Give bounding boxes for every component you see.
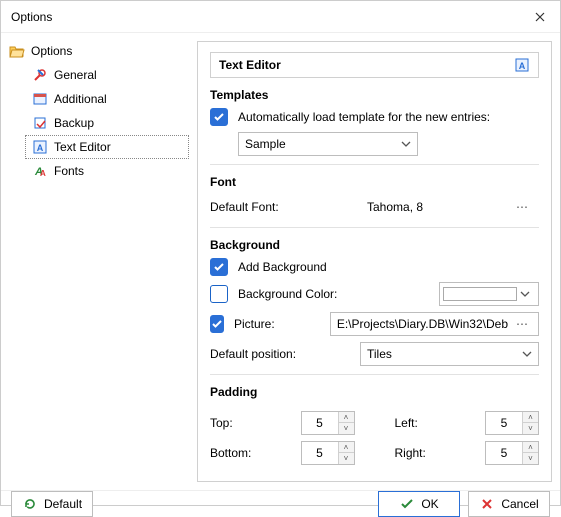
spin-up-icon[interactable]: ˄ <box>339 412 354 423</box>
divider <box>210 164 539 165</box>
padding-bottom-value: 5 <box>302 446 338 460</box>
tree-root-label: Options <box>31 44 72 58</box>
background-color-checkbox[interactable] <box>210 285 228 303</box>
check-icon <box>213 261 225 273</box>
backup-icon <box>32 115 48 131</box>
tree-item-label: Fonts <box>54 164 84 178</box>
window-title: Options <box>11 10 520 24</box>
tree-item-label: Backup <box>54 116 94 130</box>
tree-item-backup[interactable]: Backup <box>25 111 189 135</box>
tree-item-fonts[interactable]: AA Fonts <box>25 159 189 183</box>
tree-item-text-editor[interactable]: A Text Editor <box>25 135 189 159</box>
template-value: Sample <box>245 137 401 151</box>
close-button[interactable] <box>520 1 560 33</box>
padding-right-value: 5 <box>486 446 522 460</box>
chevron-down-icon <box>520 291 538 297</box>
default-position-label: Default position: <box>210 347 350 361</box>
panel-title: Text Editor <box>219 58 514 72</box>
default-button-label: Default <box>44 497 82 511</box>
chevron-down-icon <box>401 141 411 147</box>
add-background-label: Add Background <box>238 260 327 274</box>
section-padding: Padding <box>210 385 539 399</box>
padding-right-spinner[interactable]: 5 ˄˅ <box>485 441 539 465</box>
ellipsis-icon[interactable]: ⋯ <box>512 200 532 214</box>
additional-icon <box>32 91 48 107</box>
padding-top-label: Top: <box>210 416 270 430</box>
section-font: Font <box>210 175 539 189</box>
default-font-value: Tahoma, 8 <box>367 200 512 214</box>
padding-bottom-spinner[interactable]: 5 ˄˅ <box>301 441 355 465</box>
divider <box>210 227 539 228</box>
tree-item-general[interactable]: General <box>25 63 189 87</box>
ellipsis-icon[interactable]: ⋯ <box>512 317 532 331</box>
add-background-checkbox[interactable] <box>210 258 228 276</box>
picture-checkbox[interactable] <box>210 315 224 333</box>
text-editor-icon: A <box>32 139 48 155</box>
spin-down-icon[interactable]: ˅ <box>339 423 354 434</box>
padding-bottom-label: Bottom: <box>210 446 270 460</box>
spin-up-icon[interactable]: ˄ <box>523 442 538 453</box>
folder-open-icon <box>9 43 25 59</box>
spin-down-icon[interactable]: ˅ <box>523 453 538 464</box>
template-select[interactable]: Sample <box>238 132 418 156</box>
options-dialog: Options Options General <box>0 0 561 506</box>
default-font-field[interactable]: Tahoma, 8 ⋯ <box>360 195 539 219</box>
padding-left-value: 5 <box>486 416 522 430</box>
background-color-label: Background Color: <box>238 287 429 301</box>
default-button[interactable]: Default <box>11 491 93 517</box>
cancel-button-label: Cancel <box>501 497 538 511</box>
picture-path-value: E:\Projects\Diary.DB\Win32\Deb <box>337 317 508 331</box>
section-templates: Templates <box>210 88 539 102</box>
picture-path-field[interactable]: E:\Projects\Diary.DB\Win32\Deb ⋯ <box>330 312 539 336</box>
cancel-button[interactable]: Cancel <box>468 491 550 517</box>
ok-button-label: OK <box>421 497 438 511</box>
tools-icon <box>32 67 48 83</box>
svg-text:A: A <box>37 143 44 153</box>
fonts-icon: AA <box>32 163 48 179</box>
default-position-value: Tiles <box>367 347 522 361</box>
spin-down-icon[interactable]: ˅ <box>523 423 538 434</box>
panel-header: Text Editor A <box>210 52 539 78</box>
cancel-icon <box>479 496 495 512</box>
spin-down-icon[interactable]: ˅ <box>339 453 354 464</box>
padding-right-label: Right: <box>395 446 455 460</box>
auto-load-template-checkbox[interactable] <box>210 108 228 126</box>
tree-item-additional[interactable]: Additional <box>25 87 189 111</box>
picture-label: Picture: <box>234 317 320 331</box>
check-icon <box>213 111 225 123</box>
spin-up-icon[interactable]: ˄ <box>523 412 538 423</box>
titlebar: Options <box>1 1 560 33</box>
default-position-select[interactable]: Tiles <box>360 342 539 366</box>
text-editor-icon: A <box>514 57 530 73</box>
check-icon <box>399 496 415 512</box>
auto-load-template-label: Automatically load template for the new … <box>238 110 490 124</box>
tree-item-label: Text Editor <box>54 140 111 154</box>
divider <box>210 374 539 375</box>
padding-left-spinner[interactable]: 5 ˄˅ <box>485 411 539 435</box>
check-icon <box>211 318 223 330</box>
svg-text:A: A <box>40 169 46 178</box>
tree-item-label: Additional <box>54 92 107 106</box>
tree-root-options[interactable]: Options <box>9 41 189 61</box>
padding-left-label: Left: <box>395 416 455 430</box>
settings-panel: Text Editor A Templates Automatically lo… <box>197 41 552 482</box>
svg-text:A: A <box>519 61 526 71</box>
refresh-icon <box>22 496 38 512</box>
section-background: Background <box>210 238 539 252</box>
close-icon <box>535 12 545 22</box>
chevron-down-icon <box>522 351 532 357</box>
ok-button[interactable]: OK <box>378 491 460 517</box>
background-color-swatch[interactable] <box>439 282 539 306</box>
default-font-label: Default Font: <box>210 200 350 214</box>
options-tree: Options General Additional <box>9 41 189 482</box>
tree-item-label: General <box>54 68 97 82</box>
padding-top-value: 5 <box>302 416 338 430</box>
color-preview <box>443 287 517 301</box>
padding-top-spinner[interactable]: 5 ˄˅ <box>301 411 355 435</box>
spin-up-icon[interactable]: ˄ <box>339 442 354 453</box>
dialog-footer: Default OK Cancel <box>1 490 560 517</box>
